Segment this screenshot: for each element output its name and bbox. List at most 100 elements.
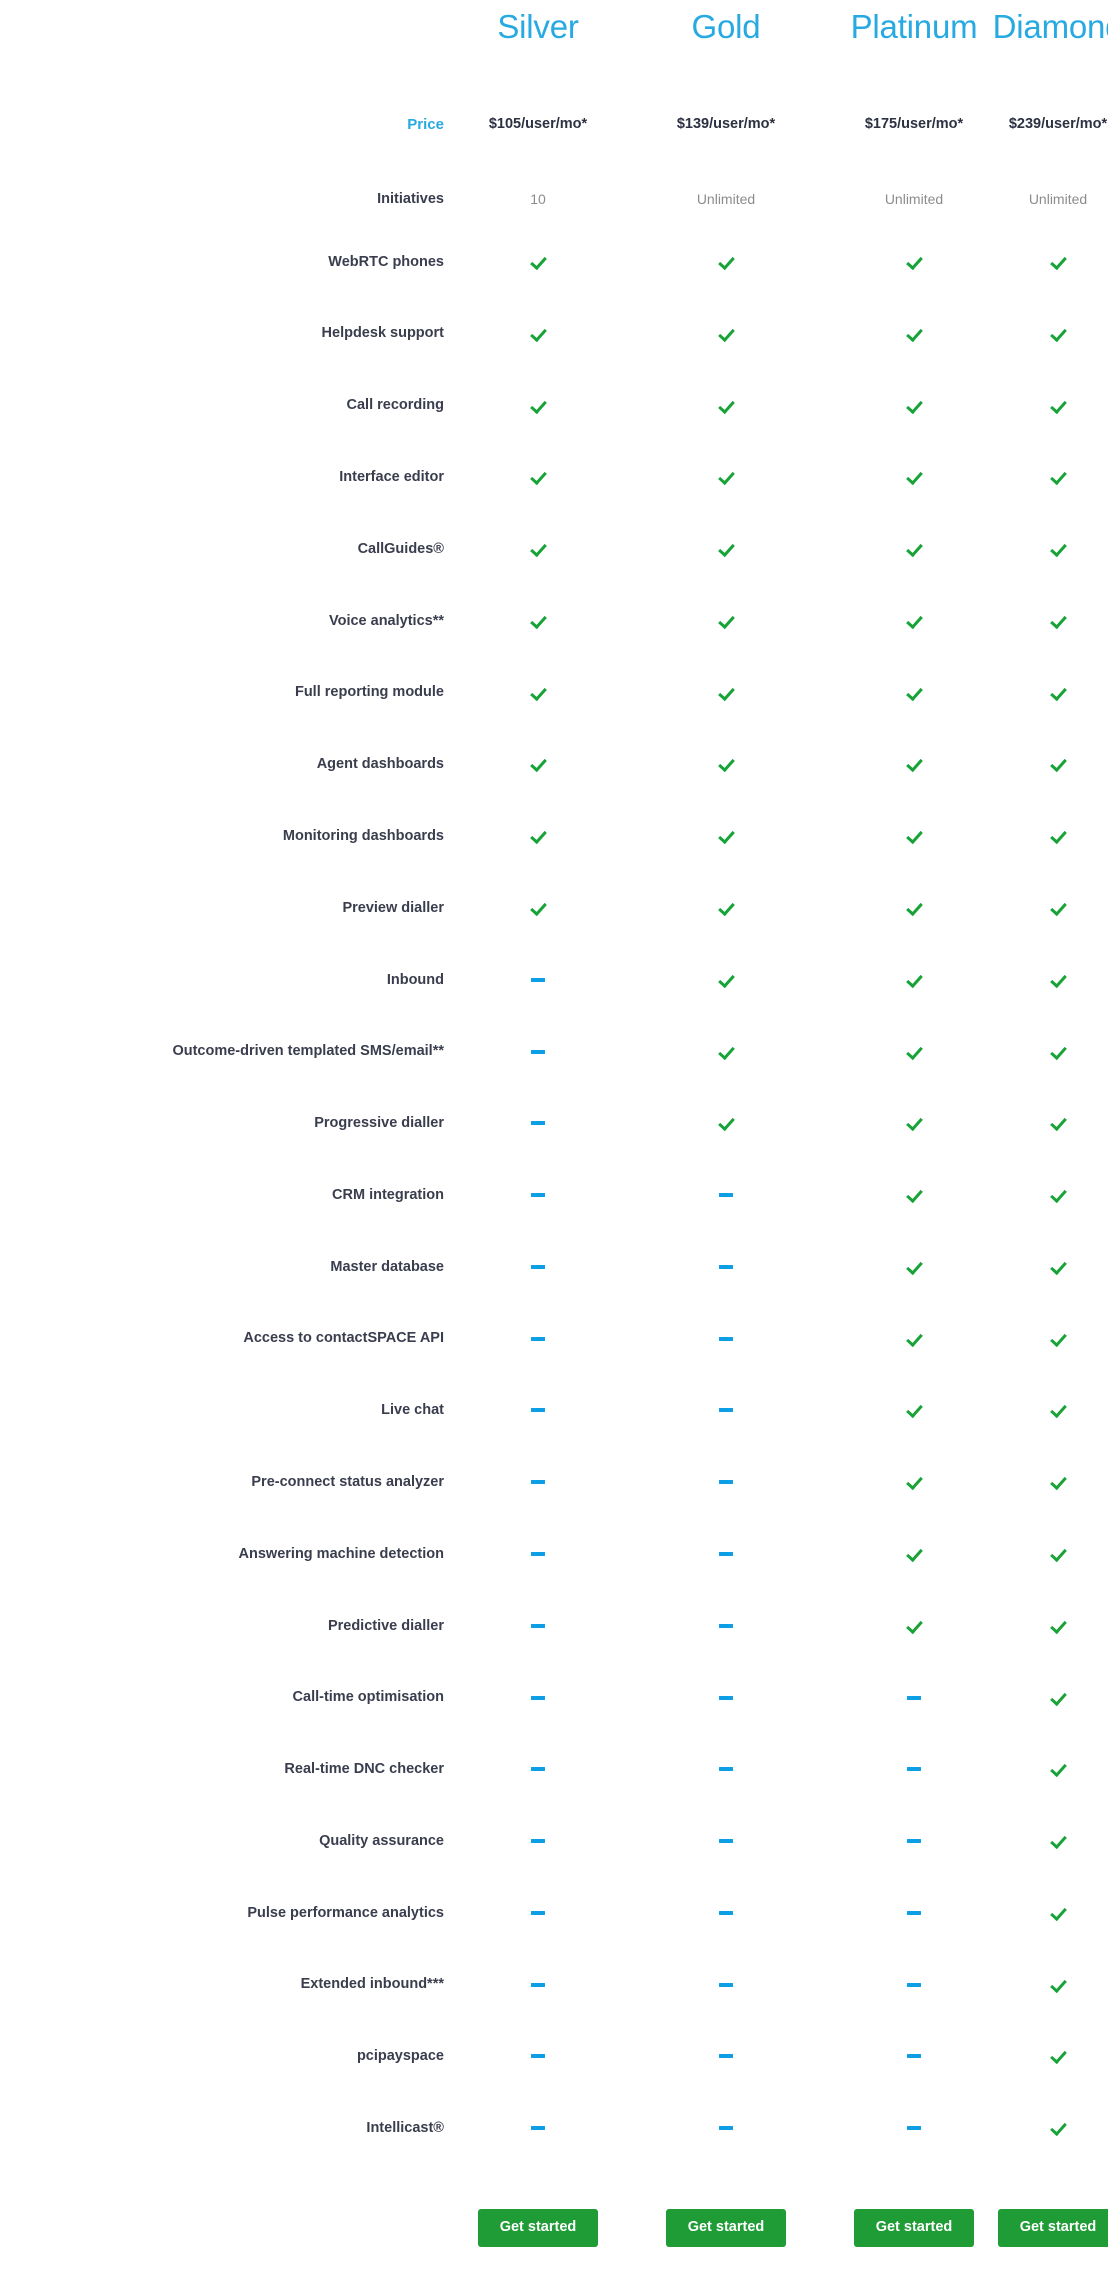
dash-icon <box>531 1839 545 1844</box>
initiatives-gutter <box>0 214 313 244</box>
feature-row-gutter <box>0 1141 313 1177</box>
check-icon <box>906 1402 922 1418</box>
dash-icon <box>531 1193 545 1198</box>
feature-label: Extended inbound*** <box>300 1976 444 1993</box>
feature-cell-silver <box>444 531 632 567</box>
plan-name-platinum: Platinum <box>850 7 978 45</box>
feature-cell-platinum <box>820 244 1008 280</box>
price-cell-silver: $105/user/mo* <box>444 104 632 144</box>
feature-row: Intellicast® <box>0 2110 1108 2182</box>
feature-cell-diamond <box>1008 818 1108 854</box>
feature-row-gutter <box>0 352 313 388</box>
dash-icon <box>531 1552 545 1556</box>
feature-row: Monitoring dashboards <box>0 818 1108 890</box>
feature-cell-diamond <box>1008 388 1108 424</box>
feature-row: Full reporting module <box>0 675 1108 747</box>
feature-cell-platinum <box>820 2110 1008 2146</box>
get-started-button-diamond[interactable]: Get started <box>997 2209 1108 2247</box>
dash-icon <box>719 2054 733 2059</box>
feature-row-gutter <box>0 567 313 603</box>
dash-icon <box>719 2126 733 2131</box>
feature-cell-platinum <box>820 1393 1008 1429</box>
feature-cell-gold <box>632 1536 820 1572</box>
dash-icon <box>531 1480 545 1485</box>
feature-row-gutter <box>0 1069 313 1105</box>
feature-label: Pre-connect status analyzer <box>251 1473 444 1490</box>
check-icon <box>1050 469 1066 485</box>
feature-cell-gold <box>632 1393 820 1429</box>
feature-row-gutter <box>0 423 313 459</box>
check-icon <box>530 900 546 916</box>
plan-header-platinum: Platinum <box>820 0 1008 52</box>
feature-label: Helpdesk support <box>321 325 444 342</box>
feature-label: Preview dialler <box>342 899 444 916</box>
check-icon <box>906 326 922 342</box>
check-icon <box>906 1259 922 1275</box>
check-icon <box>1050 1259 1066 1275</box>
feature-cell-diamond <box>1008 1680 1108 1716</box>
plan-header-diamond: Diamond <box>993 0 1108 52</box>
check-icon <box>906 972 922 988</box>
price-value-diamond: $239/user/mo* <box>1008 115 1108 132</box>
check-icon <box>906 1331 922 1347</box>
dash-icon <box>719 1623 733 1628</box>
feature-row: Extended inbound*** <box>0 1967 1108 2039</box>
check-icon <box>906 1044 922 1060</box>
check-icon <box>530 469 546 485</box>
feature-cell-diamond <box>1008 1823 1108 1859</box>
feature-cell-platinum <box>820 675 1008 711</box>
feature-cell-gold <box>632 890 820 926</box>
check-icon <box>530 326 546 342</box>
check-icon <box>906 756 922 772</box>
feature-cell-diamond <box>1008 962 1108 998</box>
plan-name-gold: Gold <box>691 7 761 45</box>
feature-label: Outcome-driven templated SMS/email** <box>172 1043 444 1060</box>
initiatives-value-diamond: Unlimited <box>1028 191 1088 207</box>
get-started-button-silver[interactable]: Get started <box>477 2209 599 2247</box>
feature-cell-platinum <box>820 1895 1008 1931</box>
cta-row-blank <box>0 2208 444 2248</box>
feature-cell-silver <box>444 1321 632 1357</box>
price-row-label: Price <box>407 115 444 133</box>
check-icon <box>906 469 922 485</box>
initiatives-cell-gold: Unlimited <box>632 184 820 214</box>
check-icon <box>718 756 734 772</box>
check-icon <box>1050 828 1066 844</box>
feature-row: CallGuides® <box>0 531 1108 603</box>
feature-row-gutter <box>0 1859 313 1895</box>
dash-icon <box>719 1264 733 1269</box>
feature-cell-silver <box>444 1967 632 2003</box>
plan-header-gold: Gold <box>632 0 820 52</box>
check-icon <box>1050 1402 1066 1418</box>
feature-label: Real-time DNC checker <box>284 1761 444 1778</box>
check-icon <box>1050 254 1066 270</box>
dash-icon <box>719 1552 733 1556</box>
check-icon <box>1050 1690 1066 1706</box>
check-icon <box>906 1115 922 1131</box>
check-icon <box>906 1187 922 1203</box>
feature-label: pcipayspace <box>356 2048 444 2065</box>
check-icon <box>1050 685 1066 701</box>
feature-row-gutter <box>0 926 313 962</box>
dash-icon <box>719 1839 733 1844</box>
feature-cell-gold <box>632 1177 820 1213</box>
feature-cell-silver <box>444 675 632 711</box>
cta-cell-diamond: Get started <box>997 2208 1108 2248</box>
feature-cell-silver <box>444 459 632 495</box>
feature-row: CRM integration <box>0 1177 1108 1249</box>
get-started-button-platinum[interactable]: Get started <box>853 2209 975 2247</box>
feature-cell-platinum <box>820 818 1008 854</box>
feature-cell-gold <box>632 1751 820 1787</box>
feature-label: Monitoring dashboards <box>282 827 444 844</box>
initiatives-value-gold: Unlimited <box>696 191 756 207</box>
feature-row-gutter <box>0 2074 313 2110</box>
dash-icon <box>531 1910 545 1915</box>
feature-cell-diamond <box>1008 1751 1108 1787</box>
feature-row: Progressive dialler <box>0 1105 1108 1177</box>
feature-cell-platinum <box>820 316 1008 352</box>
feature-cell-gold <box>632 962 820 998</box>
feature-cell-platinum <box>820 388 1008 424</box>
feature-label: CallGuides® <box>357 540 444 557</box>
feature-cell-platinum <box>820 1177 1008 1213</box>
get-started-button-gold[interactable]: Get started <box>665 2209 787 2247</box>
